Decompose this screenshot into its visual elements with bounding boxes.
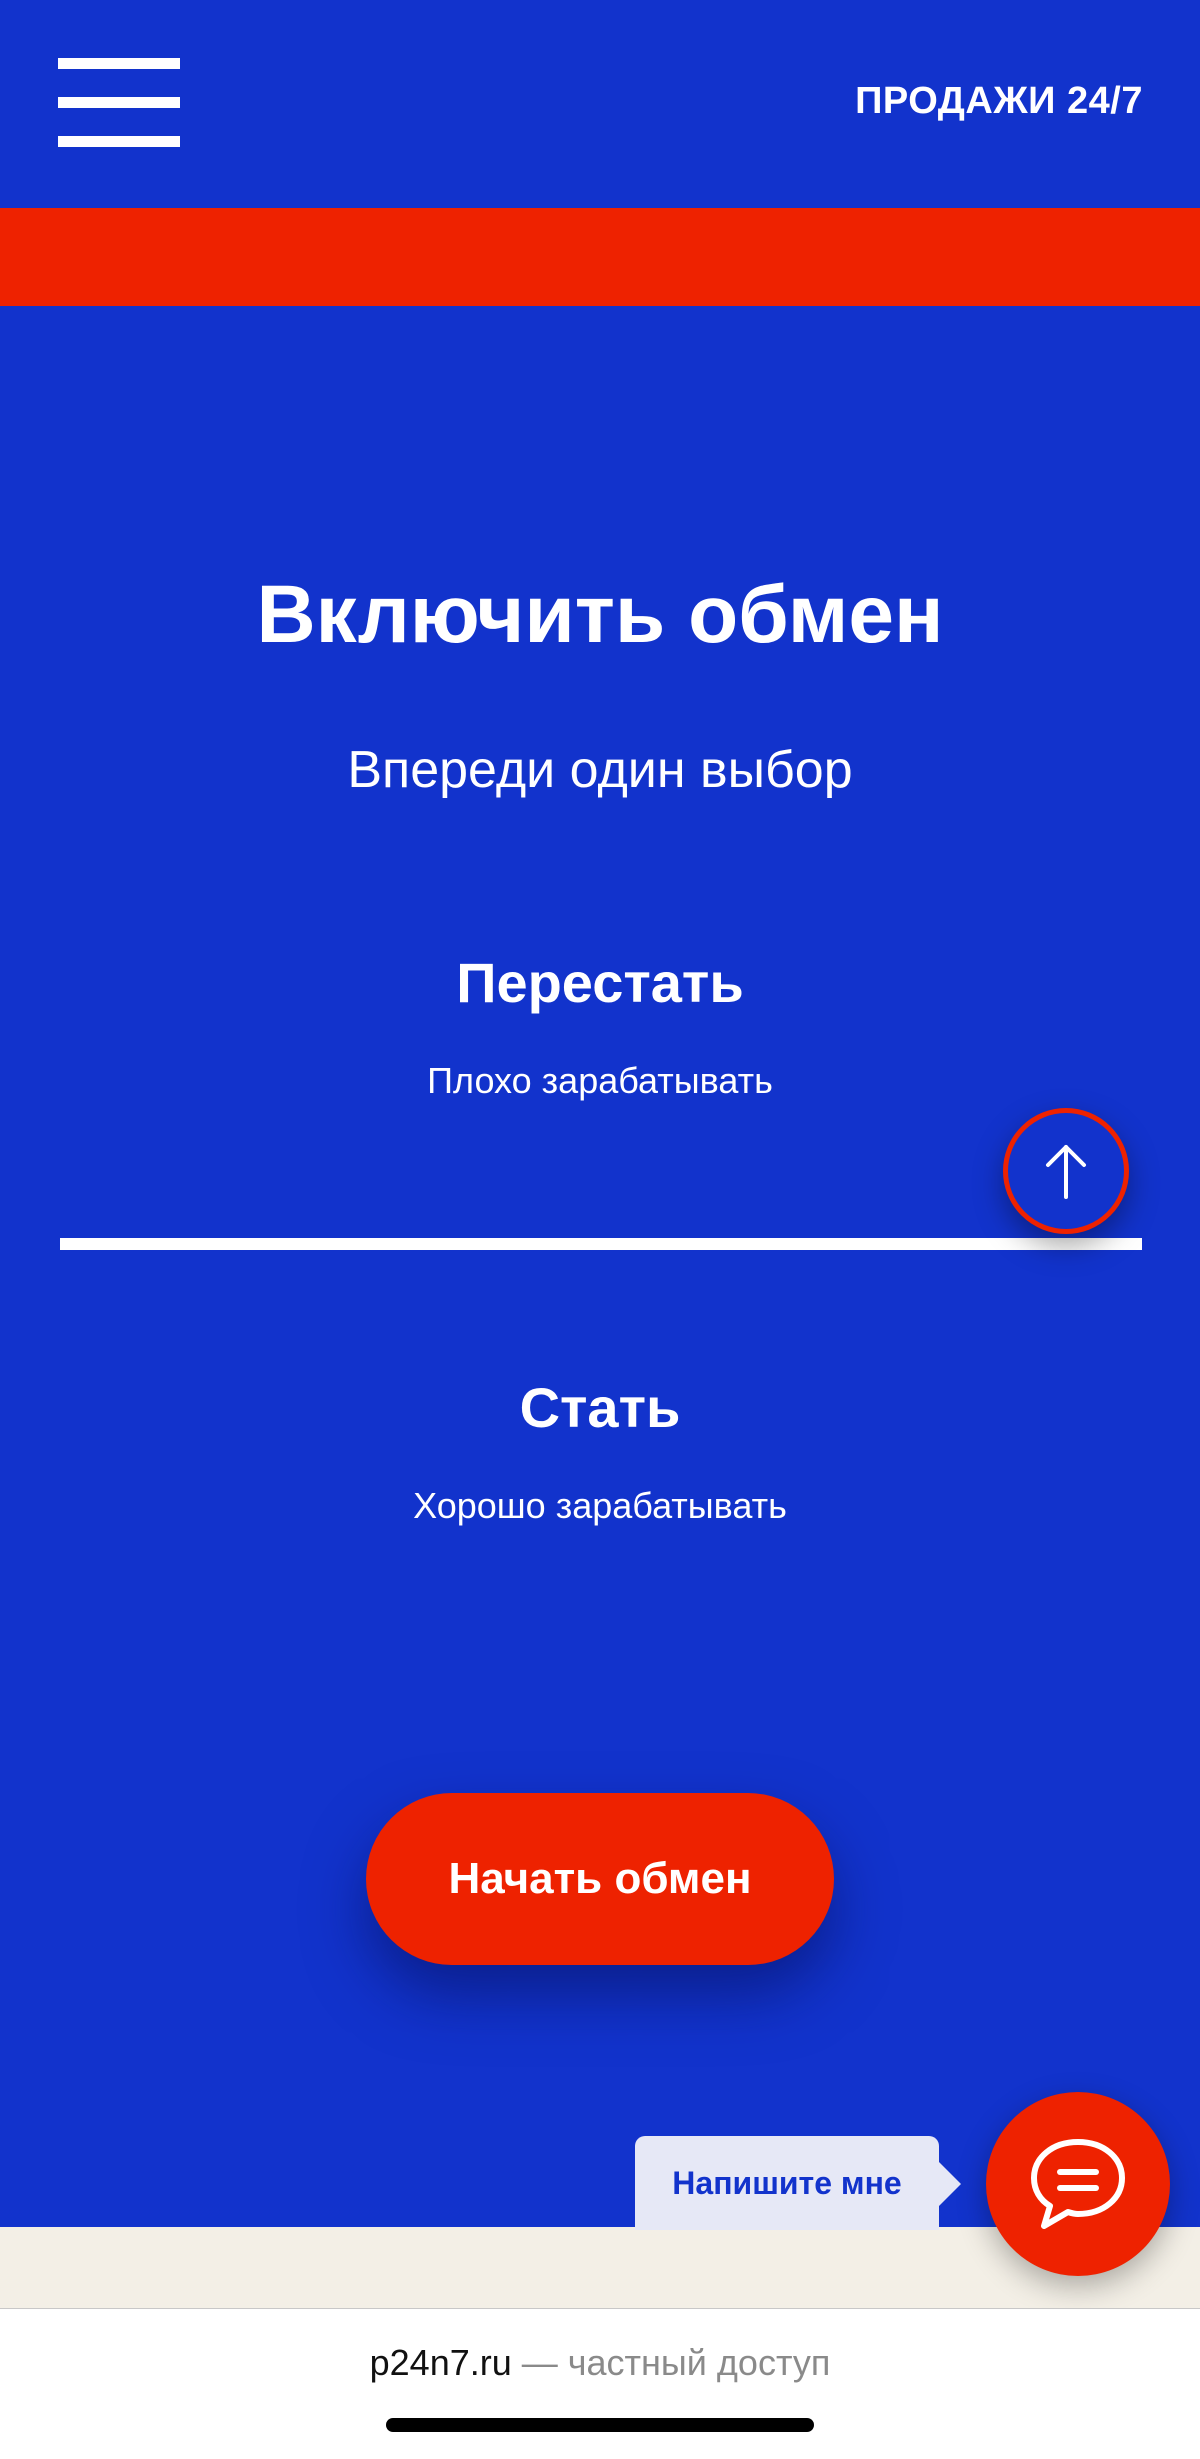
page-title: Включить обмен [256,569,944,660]
header: ПРОДАЖИ 24/7 [0,0,1200,208]
home-indicator[interactable] [386,2418,814,2432]
choice-become-subtitle: Хорошо зарабатывать [413,1485,787,1526]
url-description: — частный доступ [521,2342,831,2383]
url-text[interactable]: p24n7.ru — частный доступ [0,2342,1200,2384]
chat-bubble-icon [1031,2139,1125,2229]
hamburger-menu-icon[interactable] [58,58,180,148]
choice-stop-title: Перестать [456,951,744,1014]
hamburger-line [58,58,180,69]
page-subtitle: Впереди один выбор [347,741,853,799]
hamburger-line [58,97,180,108]
chat-button[interactable] [986,2092,1170,2276]
sales-label[interactable]: ПРОДАЖИ 24/7 [855,80,1143,123]
choice-stop-subtitle: Плохо зарабатывать [427,1060,773,1101]
red-strip [0,208,1200,306]
start-exchange-button[interactable]: Начать обмен [366,1793,834,1965]
chat-tooltip[interactable]: Напишите мне [635,2136,961,2230]
choice-become-title: Стать [519,1376,681,1439]
url-domain: p24n7.ru [369,2342,512,2383]
divider [60,1238,1142,1250]
scroll-to-top-button[interactable] [1003,1108,1129,1234]
hamburger-line [58,136,180,147]
arrow-up-icon [1046,1145,1086,1199]
